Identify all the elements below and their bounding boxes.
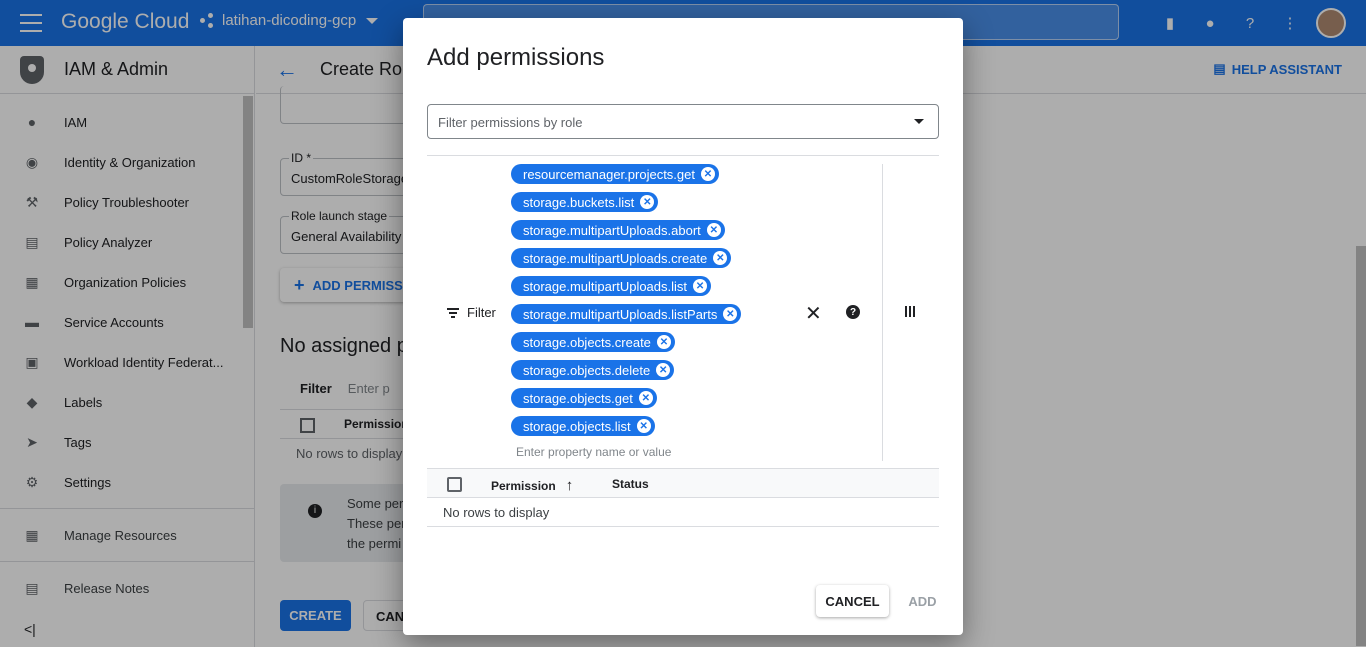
dropdown-arrow-icon	[914, 119, 924, 124]
chip-remove-icon[interactable]: ✕	[713, 251, 728, 265]
chip-label: storage.objects.list	[523, 418, 631, 434]
column-header-permission[interactable]: Permission ↑	[491, 477, 573, 494]
column-header-status[interactable]: Status	[612, 477, 649, 491]
chip-remove-icon[interactable]: ✕	[656, 363, 671, 377]
filter-chip[interactable]: resourcemanager.projects.get ✕	[511, 164, 719, 184]
chip-label: storage.multipartUploads.listParts	[523, 306, 718, 322]
chip-label: storage.multipartUploads.create	[523, 250, 708, 266]
chip-remove-icon[interactable]: ✕	[640, 195, 655, 209]
chip-label: resourcemanager.projects.get	[523, 166, 695, 182]
filter-list-icon	[447, 307, 459, 318]
property-filter-input[interactable]: Enter property name or value	[516, 445, 671, 459]
permissions-table-header: Permission ↑ Status	[427, 468, 939, 498]
role-select-placeholder: Filter permissions by role	[438, 115, 583, 130]
cancel-button[interactable]: CANCEL	[816, 585, 889, 617]
filter-panel: Filter resourcemanager.projects.get ✕ sto…	[427, 155, 939, 468]
chip-label: storage.multipartUploads.list	[523, 278, 688, 294]
chip-label: storage.buckets.list	[523, 194, 635, 210]
filter-chip[interactable]: storage.multipartUploads.list ✕	[511, 276, 712, 296]
chip-remove-icon[interactable]: ✕	[638, 391, 653, 405]
column-display-icon[interactable]	[905, 306, 915, 317]
select-all-checkbox[interactable]	[447, 477, 462, 492]
column-header-label: Permission	[491, 478, 556, 493]
table-empty-row: No rows to display	[427, 498, 939, 527]
filter-chip[interactable]: storage.multipartUploads.listParts ✕	[511, 304, 742, 324]
chip-remove-icon[interactable]: ✕	[656, 335, 671, 349]
chip-label: storage.objects.create	[523, 334, 651, 350]
filter-chip[interactable]: storage.objects.create ✕	[511, 332, 675, 352]
dialog-title: Add permissions	[427, 44, 605, 71]
chip-remove-icon[interactable]: ✕	[706, 223, 721, 237]
chip-remove-icon[interactable]: ✕	[700, 167, 715, 181]
filter-chip[interactable]: storage.objects.get ✕	[511, 388, 657, 408]
chip-label: storage.objects.delete	[523, 362, 651, 378]
chip-remove-icon[interactable]: ✕	[693, 279, 708, 293]
filter-chip[interactable]: storage.multipartUploads.abort ✕	[511, 220, 725, 240]
filter-label: Filter	[467, 305, 496, 320]
clear-filter-icon[interactable]: ✕	[805, 301, 822, 326]
filter-by-role-select[interactable]: Filter permissions by role	[427, 104, 939, 139]
chip-remove-icon[interactable]: ✕	[636, 419, 651, 433]
help-icon[interactable]: ?	[846, 305, 860, 319]
chip-label: storage.objects.get	[523, 390, 633, 406]
no-rows-text: No rows to display	[443, 505, 550, 520]
filter-chip[interactable]: storage.objects.list ✕	[511, 416, 655, 436]
filter-button[interactable]: Filter	[447, 305, 496, 320]
chip-label: storage.multipartUploads.abort	[523, 222, 701, 238]
filter-chip[interactable]: storage.buckets.list ✕	[511, 192, 659, 212]
divider	[882, 164, 883, 461]
chip-remove-icon[interactable]: ✕	[723, 307, 738, 321]
filter-chip[interactable]: storage.multipartUploads.create ✕	[511, 248, 732, 268]
add-permissions-dialog: Add permissions Filter permissions by ro…	[403, 18, 963, 635]
add-button[interactable]: ADD	[900, 585, 945, 617]
arrow-up-icon: ↑	[565, 477, 574, 494]
filter-chip[interactable]: storage.objects.delete ✕	[511, 360, 675, 380]
